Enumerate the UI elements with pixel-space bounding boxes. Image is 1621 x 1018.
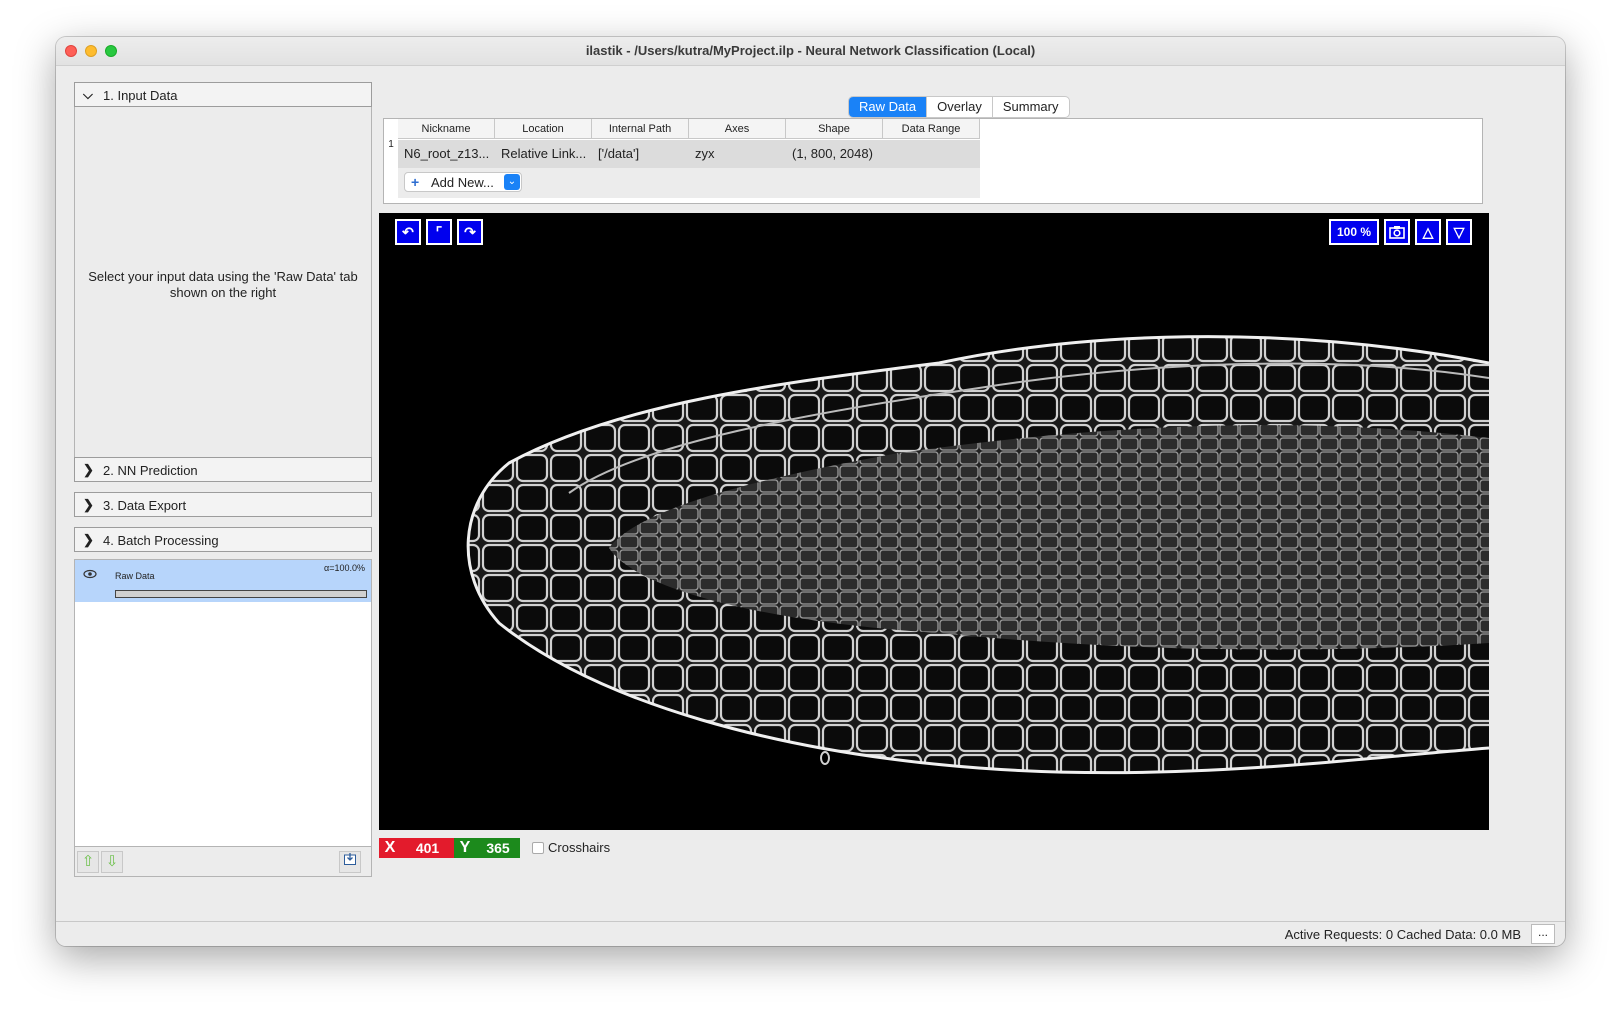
layer-opacity-bar[interactable] bbox=[115, 590, 367, 598]
input-data-instructions: Select your input data using the 'Raw Da… bbox=[88, 269, 358, 300]
zoom-level-button[interactable]: 100 % bbox=[1329, 219, 1379, 245]
tab-raw-data[interactable]: Raw Data bbox=[849, 97, 928, 117]
position-readout: X 401 Y 365 bbox=[379, 838, 520, 858]
table-header: Nickname Location Internal Path Axes Sha… bbox=[398, 119, 980, 139]
table-row[interactable]: N6_root_z13... Relative Link... ['/data'… bbox=[398, 140, 980, 168]
x-label: X bbox=[384, 839, 396, 856]
column-axes[interactable]: Axes bbox=[689, 119, 786, 139]
move-layer-down-icon[interactable]: ⇩ bbox=[101, 851, 123, 873]
applet-batch-processing[interactable]: ❯ 4. Batch Processing bbox=[74, 527, 372, 552]
column-internal-path[interactable]: Internal Path bbox=[592, 119, 689, 139]
rotate-left-icon[interactable]: ↶ bbox=[395, 219, 421, 245]
crosshairs-checkbox[interactable]: Crosshairs bbox=[532, 840, 610, 855]
data-tab-bar: Raw Data Overlay Summary bbox=[848, 96, 1070, 118]
applet-input-data[interactable]: ⌵ 1. Input Data bbox=[74, 82, 372, 107]
plus-icon: + bbox=[411, 174, 420, 190]
window-title: ilastik - /Users/kutra/MyProject.ilp - N… bbox=[585, 43, 1036, 58]
row-index: 1 bbox=[388, 139, 394, 150]
triangle-up-icon[interactable]: △ bbox=[1415, 219, 1441, 245]
cell-axes[interactable]: zyx bbox=[689, 140, 786, 168]
cell-shape[interactable]: (1, 800, 2048) bbox=[786, 140, 883, 168]
chevron-down-icon: ⌵ bbox=[83, 87, 93, 102]
y-coordinate-badge: Y 365 bbox=[454, 838, 520, 858]
eye-icon[interactable] bbox=[83, 568, 97, 582]
y-value: 365 bbox=[486, 840, 510, 856]
status-bar: Active Requests: 0 Cached Data: 0.0 MB .… bbox=[56, 921, 1565, 946]
cell-nickname[interactable]: N6_root_z13... bbox=[398, 140, 495, 168]
dataset-table: Nickname Location Internal Path Axes Sha… bbox=[383, 118, 1483, 204]
chevron-right-icon: ❯ bbox=[83, 462, 94, 477]
column-shape[interactable]: Shape bbox=[786, 119, 883, 139]
x-value: 401 bbox=[415, 840, 440, 856]
chevron-right-icon: ❯ bbox=[83, 532, 94, 547]
camera-icon[interactable] bbox=[1384, 219, 1410, 245]
applet-input-data-panel: Select your input data using the 'Raw Da… bbox=[74, 107, 372, 467]
chevron-down-icon[interactable]: ⌄ bbox=[504, 174, 520, 190]
x-coordinate-badge: X 401 bbox=[379, 838, 454, 858]
layer-item-raw-data[interactable]: Raw Data α=100.0% bbox=[75, 560, 371, 602]
add-new-button[interactable]: + Add New... ⌄ bbox=[404, 172, 522, 192]
image-viewer[interactable]: ↶ ⌜ ↷ 100 % △ ▽ bbox=[379, 213, 1489, 830]
applet-label: 4. Batch Processing bbox=[103, 533, 219, 548]
applet-data-export[interactable]: ❯ 3. Data Export bbox=[74, 492, 372, 517]
add-row: + Add New... ⌄ bbox=[398, 168, 980, 198]
column-nickname[interactable]: Nickname bbox=[398, 119, 495, 139]
tab-summary[interactable]: Summary bbox=[993, 97, 1069, 117]
layer-name: Raw Data bbox=[115, 571, 155, 581]
applet-label: 1. Input Data bbox=[103, 88, 178, 103]
y-label: Y bbox=[459, 839, 471, 856]
tab-overlay[interactable]: Overlay bbox=[927, 97, 993, 117]
applet-nn-prediction[interactable]: ❯ 2. NN Prediction bbox=[74, 457, 372, 482]
export-layer-icon[interactable] bbox=[339, 851, 361, 873]
layer-controls: ⇧ ⇩ bbox=[74, 847, 372, 877]
crosshairs-label: Crosshairs bbox=[548, 840, 611, 855]
chevron-right-icon: ❯ bbox=[83, 497, 94, 512]
status-more-button[interactable]: ... bbox=[1531, 924, 1555, 944]
cell-internal-path[interactable]: ['/data'] bbox=[592, 140, 689, 168]
column-location[interactable]: Location bbox=[495, 119, 592, 139]
cell-location[interactable]: Relative Link... bbox=[495, 140, 592, 168]
cell-data-range[interactable] bbox=[883, 140, 980, 168]
checkbox-box[interactable] bbox=[532, 842, 544, 854]
layer-opacity: α=100.0% bbox=[324, 563, 365, 573]
transpose-icon[interactable]: ⌜ bbox=[426, 219, 452, 245]
applet-label: 2. NN Prediction bbox=[103, 463, 198, 478]
add-new-label: Add New... bbox=[431, 175, 494, 190]
main-window: ilastik - /Users/kutra/MyProject.ilp - N… bbox=[56, 37, 1565, 946]
layer-list: Raw Data α=100.0% bbox=[74, 559, 372, 847]
status-text: Active Requests: 0 Cached Data: 0.0 MB bbox=[1284, 927, 1521, 942]
title-bar: ilastik - /Users/kutra/MyProject.ilp - N… bbox=[56, 37, 1565, 66]
column-data-range[interactable]: Data Range bbox=[883, 119, 980, 139]
triangle-down-icon[interactable]: ▽ bbox=[1446, 219, 1472, 245]
applet-label: 3. Data Export bbox=[103, 498, 187, 513]
move-layer-up-icon[interactable]: ⇧ bbox=[77, 851, 99, 873]
rotate-right-icon[interactable]: ↷ bbox=[457, 219, 483, 245]
microscopy-image[interactable] bbox=[379, 213, 1489, 830]
